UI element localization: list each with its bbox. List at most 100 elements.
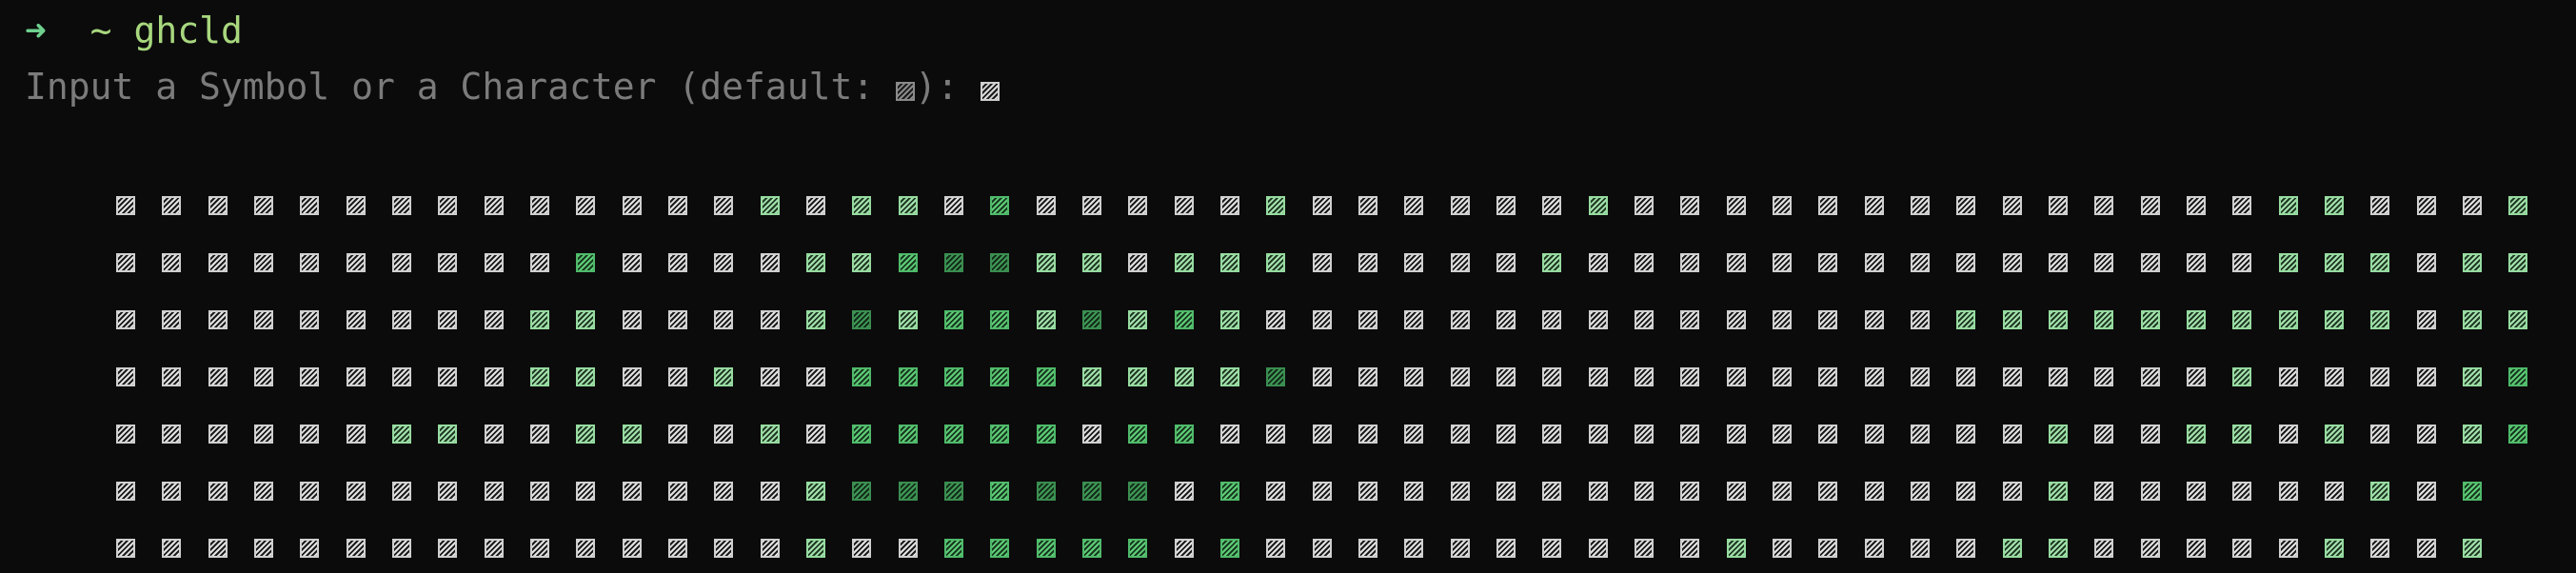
grid-cell <box>1635 539 1654 558</box>
grid-cell <box>1589 367 1608 386</box>
grid-cell <box>1037 367 1056 386</box>
grid-cell <box>623 310 642 329</box>
grid-cell <box>852 253 871 272</box>
grid-cell <box>2187 425 2206 444</box>
grid-cell <box>254 196 273 215</box>
grid-cell <box>1956 367 1975 386</box>
grid-cell <box>162 425 181 444</box>
grid-cell <box>2508 310 2527 329</box>
grid-cell <box>1451 425 1470 444</box>
grid-cell <box>1082 196 1101 215</box>
grid-cell <box>208 196 228 215</box>
grid-cell <box>208 425 228 444</box>
grid-cell <box>1773 367 1792 386</box>
grid-cell <box>2049 425 2068 444</box>
grid-cell <box>806 425 825 444</box>
grid-cell <box>576 310 595 329</box>
grid-cell <box>1680 425 1699 444</box>
grid-cell <box>1680 367 1699 386</box>
grid-cell <box>1956 425 1975 444</box>
grid-cell <box>1956 196 1975 215</box>
grid-cell <box>1865 482 1884 501</box>
grid-cell <box>2003 253 2022 272</box>
grid-cell <box>1818 196 1837 215</box>
grid-cell <box>116 425 135 444</box>
contribution-grid <box>0 0 2576 573</box>
grid-cell <box>899 196 918 215</box>
grid-cell <box>1496 367 1516 386</box>
grid-cell <box>438 367 457 386</box>
grid-cell <box>1313 539 1332 558</box>
grid-cell <box>1680 196 1699 215</box>
grid-cell <box>852 196 871 215</box>
grid-cell <box>899 310 918 329</box>
grid-cell <box>1128 310 1147 329</box>
grid-cell <box>162 253 181 272</box>
grid-cell <box>2325 253 2344 272</box>
grid-cell <box>1451 196 1470 215</box>
grid-cell <box>300 310 319 329</box>
grid-cell <box>944 367 963 386</box>
grid-cell <box>1911 196 1930 215</box>
grid-cell <box>300 253 319 272</box>
grid-cell <box>392 367 411 386</box>
grid-cell <box>1404 425 1423 444</box>
grid-cell <box>2279 367 2298 386</box>
grid-cell <box>2417 367 2436 386</box>
grid-cell <box>944 310 963 329</box>
grid-cell <box>347 253 366 272</box>
grid-cell <box>1266 425 1285 444</box>
grid-cell <box>2141 253 2160 272</box>
grid-cell <box>485 367 504 386</box>
grid-cell <box>1358 196 1377 215</box>
grid-cell <box>2094 367 2113 386</box>
grid-cell <box>392 425 411 444</box>
grid-cell <box>1358 425 1377 444</box>
grid-cell <box>1496 425 1516 444</box>
grid-cell <box>1727 539 1746 558</box>
grid-cell <box>899 425 918 444</box>
grid-cell <box>1082 367 1101 386</box>
grid-cell <box>392 539 411 558</box>
grid-cell <box>2049 253 2068 272</box>
grid-cell <box>944 482 963 501</box>
grid-cell <box>2508 253 2527 272</box>
grid-cell <box>2232 482 2251 501</box>
grid-cell <box>485 425 504 444</box>
grid-cell <box>530 310 549 329</box>
grid-cell <box>1082 253 1101 272</box>
grid-cell <box>392 253 411 272</box>
grid-cell <box>1404 482 1423 501</box>
grid-cell <box>2279 539 2298 558</box>
grid-cell <box>899 482 918 501</box>
grid-cell <box>714 482 733 501</box>
grid-cell <box>1727 196 1746 215</box>
grid-cell <box>990 482 1009 501</box>
grid-cell <box>1865 539 1884 558</box>
grid-cell <box>392 196 411 215</box>
grid-cell <box>162 482 181 501</box>
grid-cell <box>1451 482 1470 501</box>
grid-cell <box>2187 367 2206 386</box>
grid-cell <box>2370 253 2389 272</box>
grid-cell <box>1865 196 1884 215</box>
grid-cell <box>1773 482 1792 501</box>
grid-cell <box>2187 482 2206 501</box>
grid-cell <box>2325 367 2344 386</box>
grid-cell <box>1175 482 1194 501</box>
grid-cell <box>2141 482 2160 501</box>
grid-cell <box>944 425 963 444</box>
terminal-window: ➜ ~ ghcld Input a Symbol or a Character … <box>0 0 2576 573</box>
grid-cell <box>1818 367 1837 386</box>
grid-cell <box>1542 367 1561 386</box>
grid-cell <box>623 425 642 444</box>
grid-cell <box>2463 539 2482 558</box>
grid-cell <box>668 482 687 501</box>
grid-cell <box>1037 196 1056 215</box>
grid-cell <box>2370 310 2389 329</box>
grid-cell <box>2508 425 2527 444</box>
grid-cell <box>347 196 366 215</box>
grid-cell <box>2325 310 2344 329</box>
grid-cell <box>2049 482 2068 501</box>
grid-cell <box>761 367 780 386</box>
